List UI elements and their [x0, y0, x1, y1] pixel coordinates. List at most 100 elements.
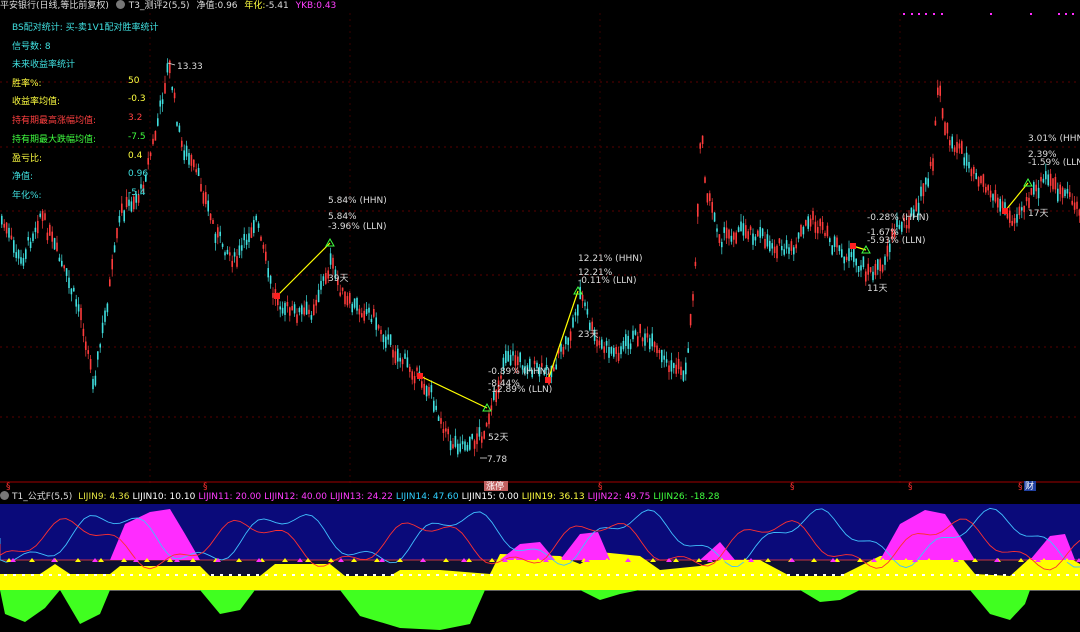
candle-body — [1042, 178, 1045, 183]
formula-name[interactable]: T3_测评2(5,5) — [129, 1, 190, 11]
band-dot — [427, 574, 430, 576]
candle-body — [697, 203, 699, 217]
indicator-value: LIJIN13: 24.22 — [329, 492, 393, 502]
indicator-value: LIJIN12: 40.00 — [264, 492, 327, 502]
candle-body — [517, 356, 519, 366]
candle-body — [341, 287, 344, 291]
candle-body — [394, 351, 397, 364]
candle-body — [389, 334, 392, 345]
candle-body — [1001, 201, 1004, 209]
candle-body — [807, 216, 809, 229]
candle-body — [286, 302, 289, 307]
annotation-text: -0.11% (LLN) — [578, 276, 636, 286]
candle-body — [783, 249, 785, 255]
band-dot — [940, 574, 943, 576]
buy-marker — [1002, 208, 1008, 214]
candle-body — [224, 252, 226, 256]
band-dot — [670, 574, 673, 576]
band-dot — [1075, 574, 1078, 576]
candle-body — [1061, 187, 1064, 198]
candle-body — [711, 202, 713, 213]
stat-value: 50 — [128, 76, 140, 86]
band-dot — [967, 574, 970, 576]
candle-body — [353, 298, 356, 308]
annotation-text: -5.93% (LLN) — [867, 236, 925, 246]
candle-body — [209, 213, 212, 221]
indicator-chart[interactable] — [0, 504, 1080, 632]
band-dot — [256, 574, 259, 576]
candle-body — [121, 203, 123, 213]
candle-body — [975, 173, 977, 179]
gear-icon[interactable] — [0, 491, 9, 500]
band-dot — [859, 574, 862, 576]
stock-title[interactable]: 平安银行(日线,等比前复权) — [0, 1, 109, 11]
candle-body — [361, 313, 363, 318]
candle-body — [713, 212, 716, 222]
indicator-formula[interactable]: T1_公式F(5,5) — [12, 492, 72, 502]
candle-body — [687, 348, 689, 353]
band-dot — [733, 574, 736, 576]
candle-body — [411, 371, 413, 380]
annual-label: 年化: — [244, 1, 266, 11]
green-area — [60, 590, 110, 624]
candle-body — [464, 441, 466, 451]
stats-panel: BS配对统计: 买-卖1V1配对胜率统计 信号数: 8 未来收益率统计 胜率%:… — [12, 13, 212, 203]
candle-body — [1013, 218, 1016, 224]
gear-icon[interactable] — [115, 0, 125, 9]
candle-body — [46, 232, 49, 241]
candle-body — [109, 279, 111, 287]
candle-body — [385, 336, 387, 348]
ykb-value: 0.43 — [316, 1, 337, 11]
candle-body — [850, 252, 853, 258]
band-dot — [544, 574, 547, 576]
candle-body — [977, 177, 980, 187]
band-dot — [463, 574, 466, 576]
candle-body — [27, 237, 29, 241]
band-dot — [553, 574, 556, 576]
band-dot — [661, 574, 664, 576]
indicator-value: LIJIN11: 20.00 — [198, 492, 262, 502]
candle-body — [937, 87, 939, 95]
candle-body — [298, 307, 301, 313]
candle-body — [505, 350, 507, 363]
candle-body — [824, 232, 826, 236]
green-area — [580, 590, 640, 600]
candle-body — [269, 275, 272, 284]
band-dot — [949, 574, 952, 576]
band-dot — [94, 574, 97, 576]
band-dot — [418, 574, 421, 576]
stat-label: 持有期最大跌幅均值: — [12, 135, 97, 145]
candle-body — [1047, 174, 1049, 186]
candle-body — [555, 364, 557, 370]
indicator-value: LIJIN9: 4.36 — [78, 492, 130, 502]
band-dot — [238, 574, 241, 576]
annotation-text: 5.84% (HHN) — [328, 196, 387, 206]
stat-label: 年化%: — [12, 191, 42, 201]
candle-body — [219, 231, 221, 237]
band-dot — [697, 574, 700, 576]
candle-body — [1054, 176, 1057, 190]
band-dot — [643, 574, 646, 576]
candle-body — [884, 256, 886, 265]
candle-body — [469, 436, 471, 450]
band-dot — [796, 574, 799, 576]
candle-body — [233, 252, 236, 257]
candle-body — [94, 375, 97, 386]
band-dot — [499, 574, 502, 576]
candle-body — [399, 357, 401, 362]
candle-body — [627, 335, 629, 349]
candle-body — [562, 346, 565, 355]
candle-body — [985, 186, 987, 193]
candle-body — [821, 221, 824, 230]
candle-body — [433, 400, 435, 412]
band-dot — [877, 574, 880, 576]
candle-body — [925, 177, 927, 185]
band-dot — [904, 574, 907, 576]
candle-body — [241, 245, 243, 251]
band-dot — [400, 574, 403, 576]
candle-body — [800, 224, 802, 237]
band-dot — [391, 574, 394, 576]
candle-body — [481, 436, 483, 443]
indicator-value: LIJIN10: 10.10 — [132, 492, 196, 502]
candle-body — [610, 347, 613, 354]
